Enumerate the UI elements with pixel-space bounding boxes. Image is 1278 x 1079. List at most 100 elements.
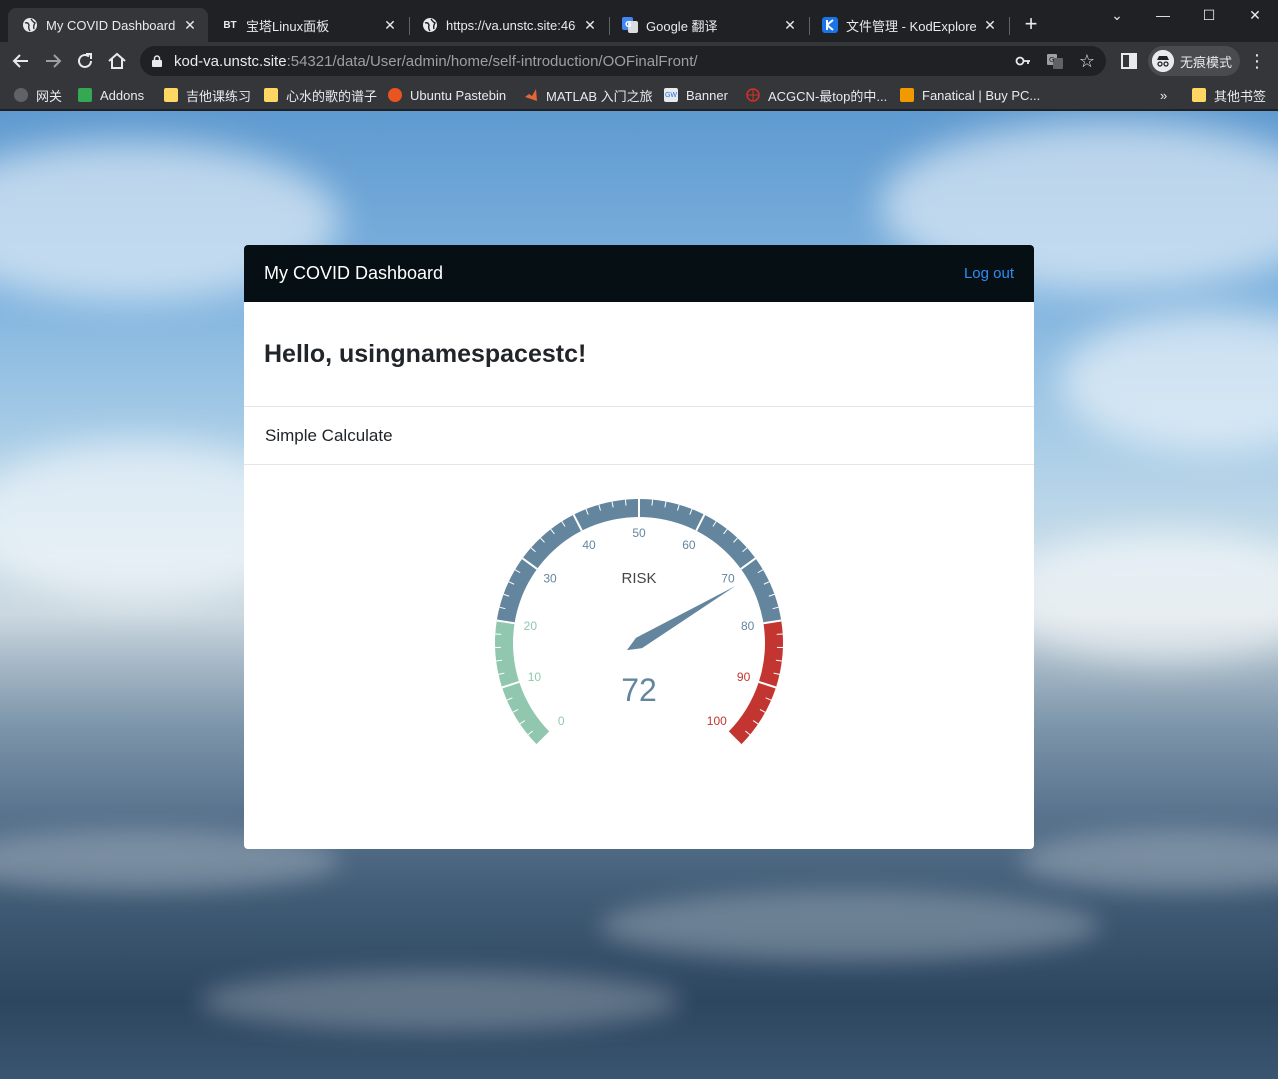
bookmark-ubuntu-pastebin[interactable]: Ubuntu Pastebin <box>388 86 506 104</box>
gauge-tick-label: 40 <box>582 538 596 552</box>
url-host: kod-va.unstc.site <box>174 53 287 70</box>
bookmark-banner[interactable]: GW Banner <box>664 86 728 104</box>
bookmark-label: MATLAB 入门之旅 <box>546 88 653 104</box>
translate-icon[interactable]: G <box>1046 52 1064 70</box>
tab-kodexplorer[interactable]: 文件管理 - KodExplorer ✕ <box>808 8 1008 42</box>
bookmark-guitar-practice[interactable]: 吉他课练习 <box>164 86 251 104</box>
folder-icon <box>1192 88 1206 102</box>
globe-icon <box>422 17 438 33</box>
bookmark-label: Banner <box>686 87 728 103</box>
gw-icon: GW <box>664 88 678 102</box>
gauge-band-1 <box>496 498 782 624</box>
gauge-tick-label: 80 <box>741 619 755 633</box>
gauge-tick-label: 90 <box>737 670 751 684</box>
back-icon[interactable] <box>10 50 32 72</box>
tab-separator <box>1009 17 1010 35</box>
folder-icon <box>264 88 278 102</box>
risk-gauge: 0 10 20 30 40 50 60 70 80 90 100 RISK 72 <box>244 465 1034 849</box>
bookmark-label: 心水的歌的谱子 <box>286 88 378 104</box>
acgcn-icon <box>746 88 760 102</box>
forward-icon[interactable] <box>42 50 64 72</box>
kodexplorer-icon <box>822 17 838 33</box>
other-bookmarks[interactable]: 其他书签 <box>1192 86 1266 104</box>
close-icon[interactable]: ✕ <box>782 17 798 33</box>
menu-icon[interactable]: ⋮ <box>1246 50 1268 72</box>
url-text: kod-va.unstc.site:54321/data/User/admin/… <box>174 53 698 70</box>
more-bookmarks-icon[interactable]: » <box>1160 86 1167 104</box>
background-wave <box>200 971 680 1031</box>
logout-link[interactable]: Log out <box>964 265 1014 282</box>
tab-va-unstc[interactable]: https://va.unstc.site:460 ✕ <box>408 8 608 42</box>
browser-toolbar: kod-va.unstc.site:54321/data/User/admin/… <box>0 42 1278 80</box>
background-cloud <box>1000 531 1278 661</box>
gauge-tick-label: 100 <box>707 714 727 728</box>
background-wave <box>1020 831 1278 891</box>
tab-search-icon[interactable]: ⌄ <box>1103 4 1131 26</box>
window-close-icon[interactable]: ✕ <box>1241 4 1269 26</box>
gauge-tick-label: 10 <box>528 670 542 684</box>
tab-title: Google 翻译 <box>646 18 718 34</box>
tab-google-translate[interactable]: G Google 翻译 ✕ <box>608 8 808 42</box>
gauge-tick-label: 30 <box>543 571 557 585</box>
matlab-icon <box>524 88 538 102</box>
bookmark-label: Ubuntu Pastebin <box>410 87 507 103</box>
bookmark-matlab[interactable]: MATLAB 入门之旅 <box>524 86 653 104</box>
navbar: My COVID Dashboard Log out <box>244 245 1034 302</box>
background-cloud <box>1060 311 1278 451</box>
incognito-icon <box>1152 50 1174 72</box>
star-icon[interactable]: ☆ <box>1078 52 1096 70</box>
gauge-title: RISK <box>621 570 656 587</box>
fanatical-icon <box>900 88 914 102</box>
lock-icon[interactable] <box>152 54 162 67</box>
gauge-tick-label: 60 <box>682 538 696 552</box>
gauge-value: 72 <box>621 672 657 708</box>
bookmark-acgcn[interactable]: ACGCN-最top的中... <box>746 86 887 104</box>
greeting-heading: Hello, usingnamespacestc! <box>244 302 1034 407</box>
svg-text:G: G <box>1049 56 1054 64</box>
brand-title[interactable]: My COVID Dashboard <box>264 263 443 284</box>
tab-title: https://va.unstc.site:460 <box>446 17 576 33</box>
bookmark-addons[interactable]: Addons <box>78 86 144 104</box>
bookmark-gateway[interactable]: 网关 <box>14 86 62 104</box>
side-panel-icon[interactable] <box>1118 50 1140 72</box>
bookmark-song-sheets[interactable]: 心水的歌的谱子 <box>264 86 377 104</box>
bookmark-fanatical[interactable]: Fanatical | Buy PC... <box>900 86 1040 104</box>
google-translate-icon: G <box>622 17 638 33</box>
close-icon[interactable]: ✕ <box>382 17 398 33</box>
new-tab-button[interactable]: + <box>1020 13 1042 36</box>
tab-strip: My COVID Dashboard ✕ BT 宝塔Linux面板 ✕ http… <box>0 0 1278 42</box>
address-bar[interactable]: kod-va.unstc.site:54321/data/User/admin/… <box>140 46 1106 76</box>
incognito-profile-button[interactable]: 无痕模式 <box>1148 46 1240 76</box>
reload-icon[interactable] <box>74 50 96 72</box>
ubuntu-icon <box>388 88 402 102</box>
tab-title: 文件管理 - KodExplorer <box>846 18 976 34</box>
tab-title: My COVID Dashboard <box>46 17 176 33</box>
dashboard-card: My COVID Dashboard Log out Hello, usingn… <box>244 245 1034 849</box>
tab-title: 宝塔Linux面板 <box>246 18 330 34</box>
gauge-pointer <box>626 585 736 651</box>
close-icon[interactable]: ✕ <box>982 17 998 33</box>
bookmark-label: 吉他课练习 <box>186 88 252 104</box>
bookmark-label: Fanatical | Buy PC... <box>922 87 1041 103</box>
tab-my-covid-dashboard[interactable]: My COVID Dashboard ✕ <box>8 8 208 42</box>
tab-bt-panel[interactable]: BT 宝塔Linux面板 ✕ <box>208 8 408 42</box>
home-icon[interactable] <box>106 50 128 72</box>
maximize-icon[interactable]: ☐ <box>1195 4 1223 26</box>
key-icon[interactable] <box>1014 52 1032 70</box>
gauge-minor-tick <box>624 499 627 506</box>
gauge-svg: 0 10 20 30 40 50 60 70 80 90 100 RISK 72 <box>495 498 783 746</box>
globe-icon <box>22 17 38 33</box>
bt-icon: BT <box>223 19 237 31</box>
bookmark-label: Addons <box>100 87 145 103</box>
bookmark-label: 其他书签 <box>1214 88 1267 104</box>
bookmark-label: ACGCN-最top的中... <box>768 88 888 104</box>
minimize-icon[interactable]: — <box>1149 4 1177 26</box>
svg-text:G: G <box>625 20 632 29</box>
close-icon[interactable]: ✕ <box>182 17 198 33</box>
bookmark-label: 网关 <box>36 88 63 104</box>
puzzle-icon <box>78 88 92 102</box>
gauge-tick-label: 70 <box>721 571 735 585</box>
gauge-minor-tick <box>651 499 654 506</box>
close-icon[interactable]: ✕ <box>582 17 598 33</box>
bookmarks-bar: 网关 Addons 吉他课练习 心水的歌的谱子 Ubuntu Pastebin … <box>0 80 1278 110</box>
